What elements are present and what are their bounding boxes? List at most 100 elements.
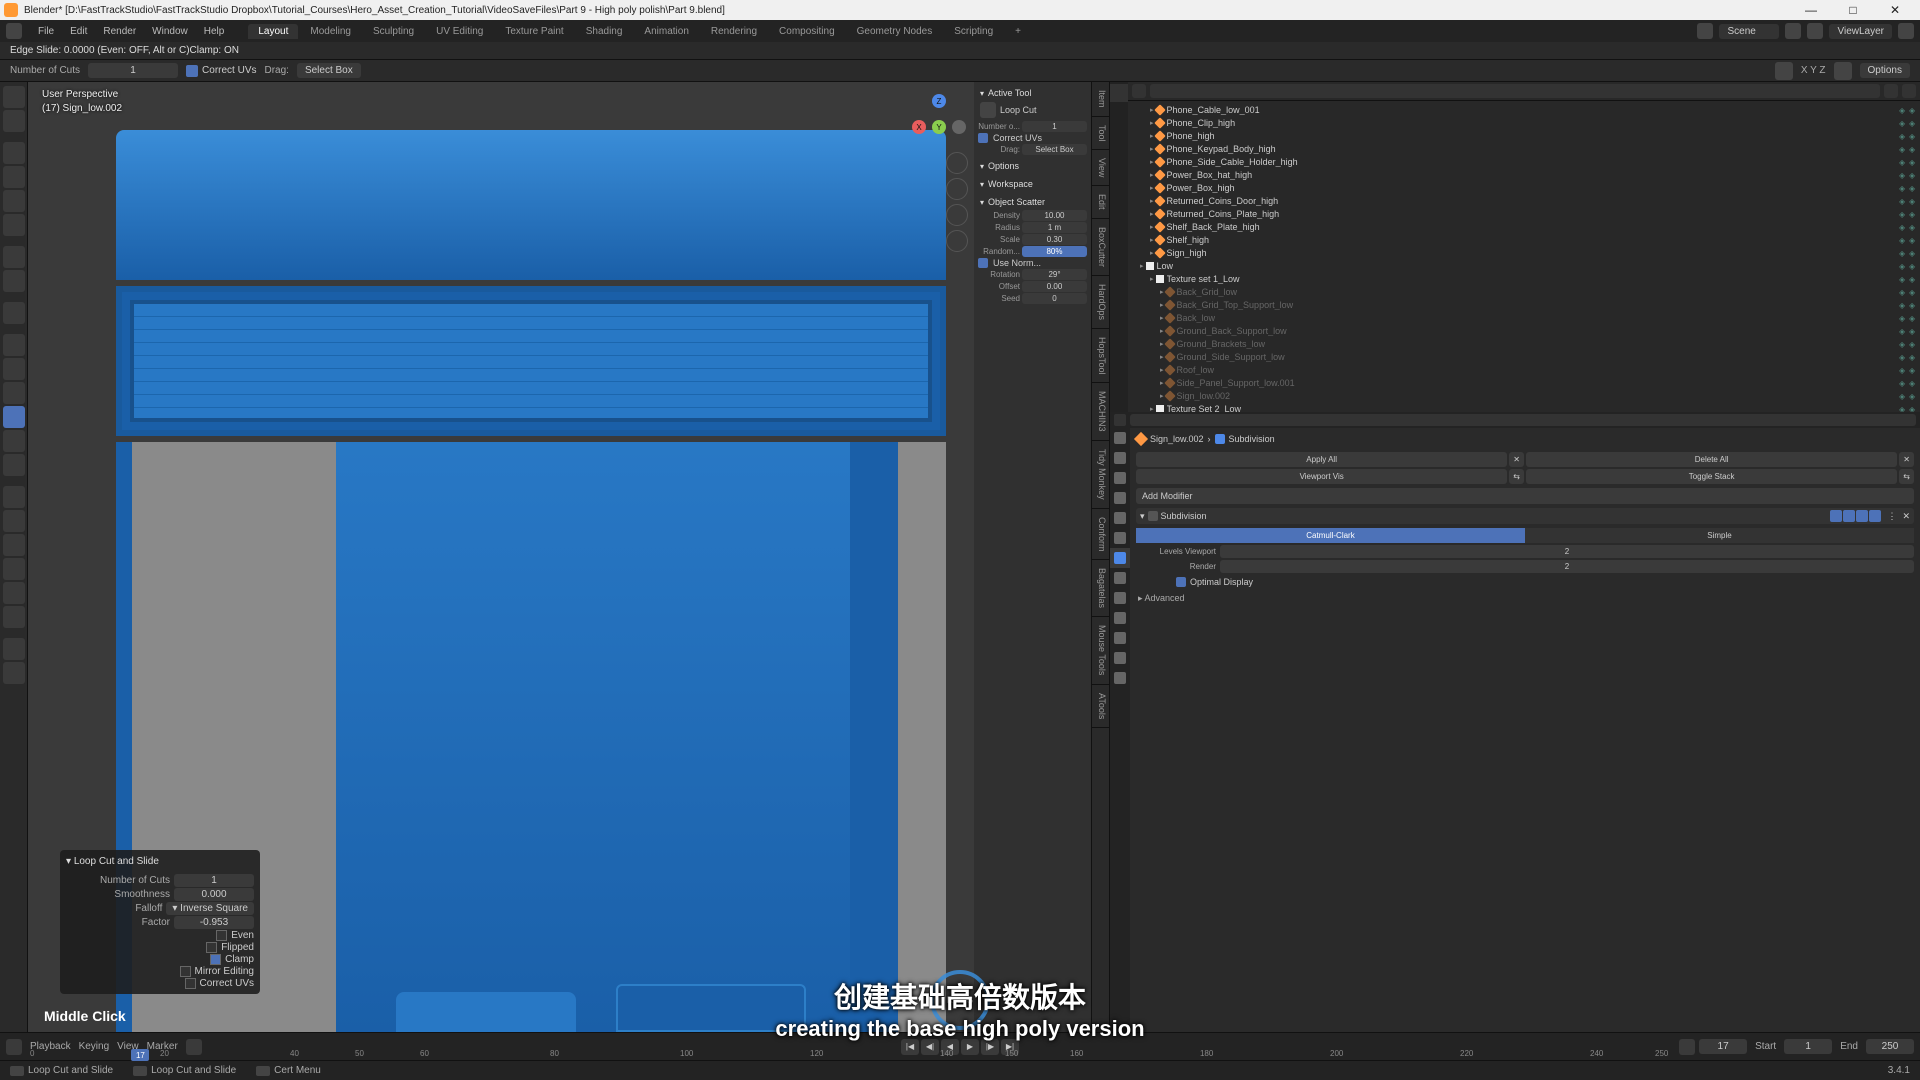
outliner-item[interactable]: ▸Ground_Back_Support_low	[1128, 324, 1920, 337]
tool-spin[interactable]	[3, 486, 25, 508]
tab-viewlayer[interactable]	[1110, 468, 1130, 488]
tab-world[interactable]	[1110, 508, 1130, 528]
mod-toggle-2[interactable]	[1843, 510, 1855, 522]
axis-z-icon[interactable]: Z	[932, 94, 946, 108]
viewport-vis-button[interactable]: Viewport Vis	[1136, 469, 1507, 484]
delete-all-x[interactable]: ✕	[1899, 452, 1914, 467]
advanced-section[interactable]: Advanced	[1136, 589, 1914, 608]
workspace-rendering[interactable]: Rendering	[701, 24, 767, 39]
mod-extras-icon[interactable]: ⋮	[1884, 511, 1899, 522]
axis-label[interactable]: X Y Z	[1801, 65, 1826, 76]
tool-add-cube[interactable]	[3, 302, 25, 324]
outliner-item[interactable]: ▸Ground_Side_Support_low	[1128, 350, 1920, 363]
new-viewlayer-icon[interactable]	[1898, 23, 1914, 39]
npanel-tab-edit[interactable]: Edit	[1092, 186, 1109, 219]
workspace-uv-editing[interactable]: UV Editing	[426, 24, 493, 39]
npanel-tab-hardops[interactable]: HardOps	[1092, 276, 1109, 329]
npanel-tab-bagatelas[interactable]: Bagatelas	[1092, 560, 1109, 617]
start-frame-field[interactable]: 1	[1784, 1039, 1832, 1054]
tab-particles[interactable]	[1110, 568, 1130, 588]
menu-help[interactable]: Help	[196, 26, 233, 37]
npanel-tab-conform[interactable]: Conform	[1092, 509, 1109, 561]
tool-select-box[interactable]	[3, 86, 25, 108]
menu-render[interactable]: Render	[95, 26, 144, 37]
tool-poly-build[interactable]	[3, 454, 25, 476]
apply-all-button[interactable]: Apply All	[1136, 452, 1507, 467]
options-dropdown[interactable]: Options	[1860, 63, 1910, 78]
filter-icon[interactable]	[1884, 84, 1898, 98]
timeline-ruler[interactable]: 17 0204050608010012014015016018020022024…	[30, 1049, 1720, 1061]
rotation-field[interactable]: 29°	[1022, 269, 1087, 280]
tool-annotate[interactable]	[3, 246, 25, 268]
npanel-tab-tidy-monkey[interactable]: Tidy Monkey	[1092, 441, 1109, 509]
seed-field[interactable]: 0	[1022, 293, 1087, 304]
op-smoothness[interactable]: 0.000	[174, 888, 254, 901]
playhead[interactable]: 17	[131, 1049, 149, 1061]
tab-output[interactable]	[1110, 448, 1130, 468]
add-modifier-dropdown[interactable]: Add Modifier	[1136, 488, 1914, 504]
outliner-search-input[interactable]	[1150, 84, 1880, 98]
levels-viewport-field[interactable]: 2	[1220, 545, 1914, 558]
minimize-button[interactable]: —	[1790, 0, 1832, 20]
viewport-vis-toggle[interactable]: ⇆	[1509, 469, 1524, 484]
scene-field[interactable]: Scene	[1719, 24, 1779, 39]
end-frame-field[interactable]: 250	[1866, 1039, 1914, 1054]
outliner-item[interactable]: ▸Phone_high	[1128, 129, 1920, 142]
npanel-tab-tool[interactable]: Tool	[1092, 117, 1109, 151]
cuts-field[interactable]: 1	[88, 63, 178, 78]
props-breadcrumb[interactable]: Sign_low.002› Subdivision	[1136, 432, 1914, 450]
tool-smooth[interactable]	[3, 510, 25, 532]
npanel-tab-hopstool[interactable]: HopsTool	[1092, 329, 1109, 384]
modifier-header[interactable]: ▾ Subdivision ⋮ ✕	[1136, 508, 1914, 524]
tool-rotate[interactable]	[3, 166, 25, 188]
workspace-add[interactable]: +	[1005, 24, 1031, 39]
tool-extrude[interactable]	[3, 334, 25, 356]
scale-field[interactable]: 0.30	[1022, 234, 1087, 245]
outliner-mode-icon[interactable]	[1110, 84, 1128, 102]
op-check-flipped[interactable]	[206, 942, 217, 953]
levels-render-field[interactable]: 2	[1220, 560, 1914, 573]
npanel-tab-atools[interactable]: ATools	[1092, 685, 1109, 728]
delete-all-button[interactable]: Delete All	[1526, 452, 1897, 467]
workspace-layout[interactable]: Layout	[248, 24, 298, 39]
axis-neg-icon[interactable]	[952, 120, 966, 134]
search-icon[interactable]	[1114, 414, 1126, 426]
axis-x-icon[interactable]: X	[912, 120, 926, 134]
toggle-stack-toggle[interactable]: ⇆	[1899, 469, 1914, 484]
display-mode-icon[interactable]	[1132, 84, 1146, 98]
drag-mode-dropdown[interactable]: Select Box	[297, 63, 361, 78]
tool-knife[interactable]	[3, 430, 25, 452]
workspace-shading[interactable]: Shading	[576, 24, 633, 39]
tool-inset[interactable]	[3, 358, 25, 380]
workspace-modeling[interactable]: Modeling	[300, 24, 361, 39]
correct-uvs-checkbox[interactable]: Correct UVs	[186, 65, 256, 77]
op-check-clamp[interactable]	[210, 954, 221, 965]
tool-bevel[interactable]	[3, 382, 25, 404]
outliner-item[interactable]: ▸Back_Grid_low	[1128, 285, 1920, 298]
viewlayer-icon[interactable]	[1807, 23, 1823, 39]
menu-edit[interactable]: Edit	[62, 26, 95, 37]
tool-transform[interactable]	[3, 214, 25, 236]
props-search-input[interactable]	[1130, 414, 1916, 426]
nav-gizmo[interactable]: Z X Y	[908, 90, 964, 146]
op-falloff[interactable]: ▾ Inverse Square	[166, 902, 254, 915]
mod-toggle-4[interactable]	[1869, 510, 1881, 522]
tool-edge-slide[interactable]	[3, 534, 25, 556]
tool-scale[interactable]	[3, 190, 25, 212]
overlay-icon[interactable]	[1834, 62, 1852, 80]
tab-constraints[interactable]	[1110, 608, 1130, 628]
tab-object[interactable]	[1110, 528, 1130, 548]
tool-shrink[interactable]	[3, 558, 25, 580]
operator-title[interactable]: ▾ Loop Cut and Slide	[66, 854, 254, 873]
outliner-item[interactable]: ▸Back_Grid_Top_Support_low	[1128, 298, 1920, 311]
tool-loop-cut[interactable]	[3, 406, 25, 428]
outliner-item[interactable]: ▸Back_low	[1128, 311, 1920, 324]
tab-data[interactable]	[1110, 628, 1130, 648]
camera-icon[interactable]	[946, 204, 968, 226]
random-field[interactable]: 80%	[1022, 246, 1087, 257]
viewport-3d[interactable]: User Perspective (17) Sign_low.002 Z X Y…	[28, 82, 974, 1032]
operator-panel[interactable]: ▾ Loop Cut and Slide Number of Cuts1Smoo…	[60, 850, 260, 994]
tool-extra1[interactable]	[3, 638, 25, 660]
active-tool-header[interactable]: Active Tool	[978, 86, 1087, 100]
offset-field[interactable]: 0.00	[1022, 281, 1087, 292]
